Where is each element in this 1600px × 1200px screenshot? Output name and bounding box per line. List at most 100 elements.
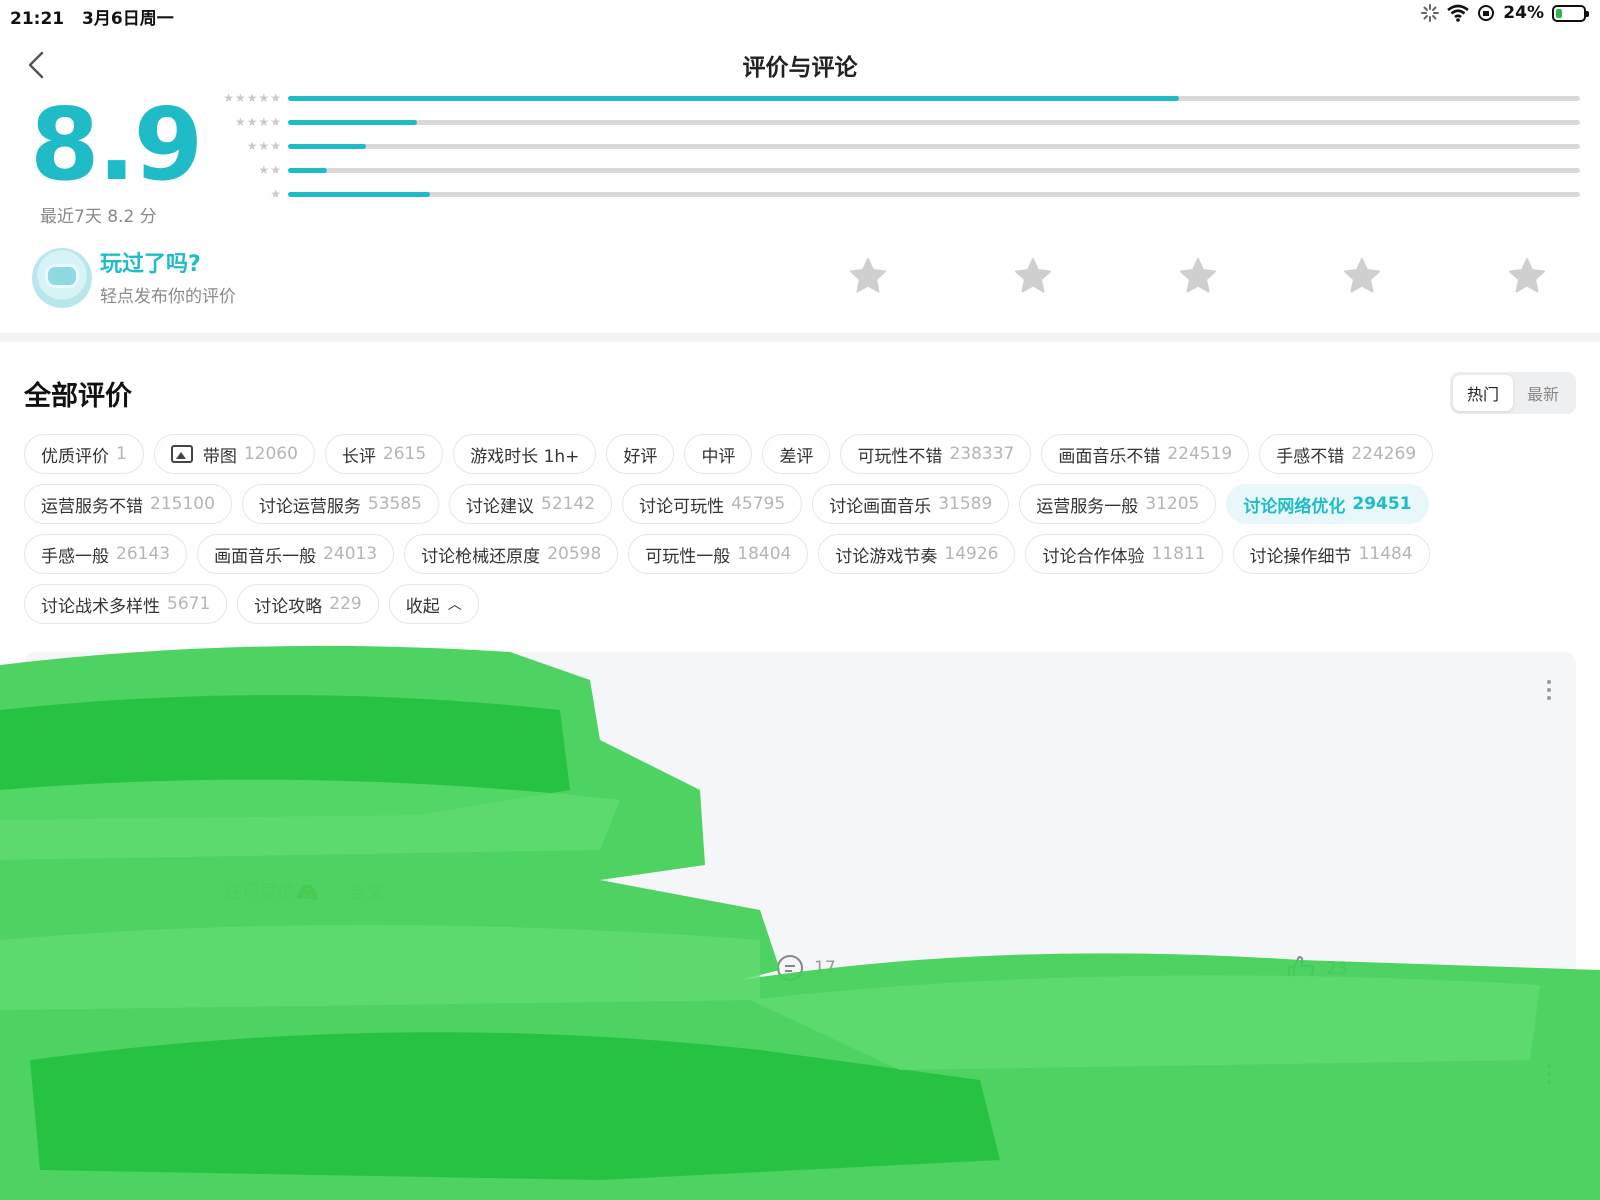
review-tag[interactable]: 可玩性不错 238337: [840, 434, 1032, 474]
review-tag[interactable]: 可玩性一般 18404: [628, 534, 809, 574]
tag-label: 讨论游戏节奏: [835, 546, 938, 567]
review-tag[interactable]: 讨论运营服务 53585: [241, 484, 439, 524]
distribution-track: [288, 143, 1580, 149]
tag-count: 53585: [367, 494, 422, 514]
tag-label: 可玩性一般: [645, 546, 731, 567]
tag-label: 讨论攻略: [254, 596, 323, 617]
tag-label: 运营服务一般: [1036, 496, 1139, 517]
tag-label: 可玩性不错: [857, 446, 943, 467]
overall-score: 8.9: [30, 86, 203, 203]
tag-label: 讨论合作体验: [1042, 546, 1145, 567]
like-button[interactable]: 23: [1286, 954, 1348, 984]
tag-label: 讨论战术多样性: [41, 596, 160, 617]
review-text[interactable]: 注可爱的🙈 … 全文: [224, 878, 384, 904]
tag-label: 手感一般: [41, 546, 109, 567]
review-tag[interactable]: 讨论画面音乐 31589: [812, 484, 1010, 524]
tag-count: 24013: [323, 544, 378, 564]
review-tag[interactable]: 优质评价 1: [24, 434, 144, 474]
tag-label: 差评: [779, 446, 814, 467]
review-tag[interactable]: 讨论操作细节 11484: [1232, 534, 1430, 574]
avatar: [32, 248, 92, 308]
tag-label: 长评: [341, 446, 376, 467]
chevron-up-icon: ︿: [447, 597, 462, 613]
review-tag[interactable]: 讨论网络优化 29451: [1226, 484, 1429, 524]
tag-label: 画面音乐不错: [1058, 446, 1161, 467]
rate-star-4-icon[interactable]: [1342, 256, 1382, 296]
review-tag[interactable]: 带图 12060: [153, 434, 315, 474]
tag-label: 中评: [701, 446, 736, 467]
tag-label: 游戏时长 1h+: [470, 446, 580, 467]
review-tag[interactable]: 长评 2615: [324, 434, 444, 474]
review-tag[interactable]: 画面音乐一般 24013: [197, 534, 395, 574]
tag-count: 238337: [949, 444, 1015, 464]
distribution-track: [288, 191, 1580, 197]
orientation-lock-icon: [1478, 5, 1495, 21]
distribution-row-1-star: ★: [190, 182, 1580, 206]
review-tag[interactable]: 中评: [684, 434, 753, 474]
comments-button[interactable]: 17: [776, 954, 836, 982]
review-tag[interactable]: 讨论游戏节奏 14926: [818, 534, 1016, 574]
thumbs-up-icon: [1288, 956, 1315, 982]
distribution-fill: [288, 167, 327, 173]
tag-count: 12060: [243, 444, 298, 464]
review-card[interactable]: 注可爱的🙈 … 全文 17 23: [24, 652, 1576, 1010]
loading-icon: [1421, 4, 1440, 22]
tag-count: 215100: [150, 494, 215, 514]
status-date: 3月6日周一: [82, 9, 174, 29]
review-tag[interactable]: 运营服务不错 215100: [24, 484, 232, 524]
comment-count: 17: [814, 958, 836, 978]
rate-star-1-icon[interactable]: [848, 256, 888, 296]
review-tag[interactable]: 手感一般 26143: [24, 534, 188, 574]
tag-count: 11484: [1358, 544, 1413, 564]
tag-label: 讨论建议: [466, 496, 534, 517]
review-tag[interactable]: 差评: [762, 434, 831, 474]
review-tag[interactable]: 讨论攻略 229: [237, 584, 379, 624]
distribution-row-5-star: ★★★★★: [190, 86, 1580, 110]
review-tag[interactable]: 手感不错 224269: [1259, 434, 1434, 474]
wifi-icon: [1447, 4, 1470, 22]
star-icon: ★★★★: [234, 115, 282, 129]
star-icon: ★★: [258, 163, 282, 177]
tag-label: 讨论可玩性: [639, 496, 725, 517]
tag-count: 2615: [382, 444, 427, 464]
review-tag[interactable]: 画面音乐不错 224519: [1041, 434, 1250, 474]
tag-count: 14926: [944, 544, 999, 564]
distribution-row-3-star: ★★★: [190, 134, 1580, 158]
section-title: 全部评价: [24, 381, 132, 412]
tag-label: 好评: [623, 446, 658, 467]
tag-count: 31205: [1145, 494, 1200, 514]
battery-icon: [1552, 4, 1589, 22]
review-tag[interactable]: 讨论战术多样性 5671: [24, 584, 228, 624]
review-tag[interactable]: 讨论合作体验 11811: [1025, 534, 1223, 574]
review-card[interactable]: [24, 1036, 1576, 1200]
rate-star-5-icon[interactable]: [1507, 256, 1547, 296]
status-time: 21:21: [10, 9, 65, 29]
review-tag[interactable]: 游戏时长 1h+: [453, 434, 597, 474]
sort-hot-button[interactable]: 热门: [1453, 375, 1513, 411]
sort-latest-button[interactable]: 最新: [1513, 375, 1573, 411]
rate-prompt-title[interactable]: 玩过了吗?: [100, 246, 201, 278]
tag-label: 手感不错: [1276, 446, 1345, 467]
review-tag[interactable]: 讨论建议 52142: [449, 484, 613, 524]
review-tag[interactable]: 好评: [606, 434, 675, 474]
sort-toggle: 热门 最新: [1450, 372, 1576, 414]
review-tag[interactable]: 讨论可玩性 45795: [622, 484, 803, 524]
tag-count: 1: [116, 444, 127, 464]
collapse-tags-button[interactable]: 收起 ︿: [388, 584, 479, 624]
more-options-icon[interactable]: [1546, 1064, 1552, 1086]
distribution-row-2-star: ★★: [190, 158, 1580, 182]
tag-label: 讨论画面音乐: [829, 496, 932, 517]
distribution-track: [288, 167, 1580, 173]
share-icon: [267, 957, 291, 981]
rate-star-2-icon[interactable]: [1013, 256, 1053, 296]
tag-count: 29451: [1352, 494, 1412, 514]
share-button[interactable]: [264, 954, 294, 984]
distribution-row-4-star: ★★★★: [190, 110, 1580, 134]
review-tag[interactable]: 讨论枪械还原度 20598: [404, 534, 619, 574]
rate-star-3-icon[interactable]: [1178, 256, 1218, 296]
more-options-icon[interactable]: [1546, 680, 1552, 702]
review-tag[interactable]: 运营服务一般 31205: [1019, 484, 1217, 524]
distribution-track: [288, 119, 1580, 125]
like-count: 23: [1326, 959, 1348, 979]
tag-label: 优质评价: [41, 446, 109, 467]
